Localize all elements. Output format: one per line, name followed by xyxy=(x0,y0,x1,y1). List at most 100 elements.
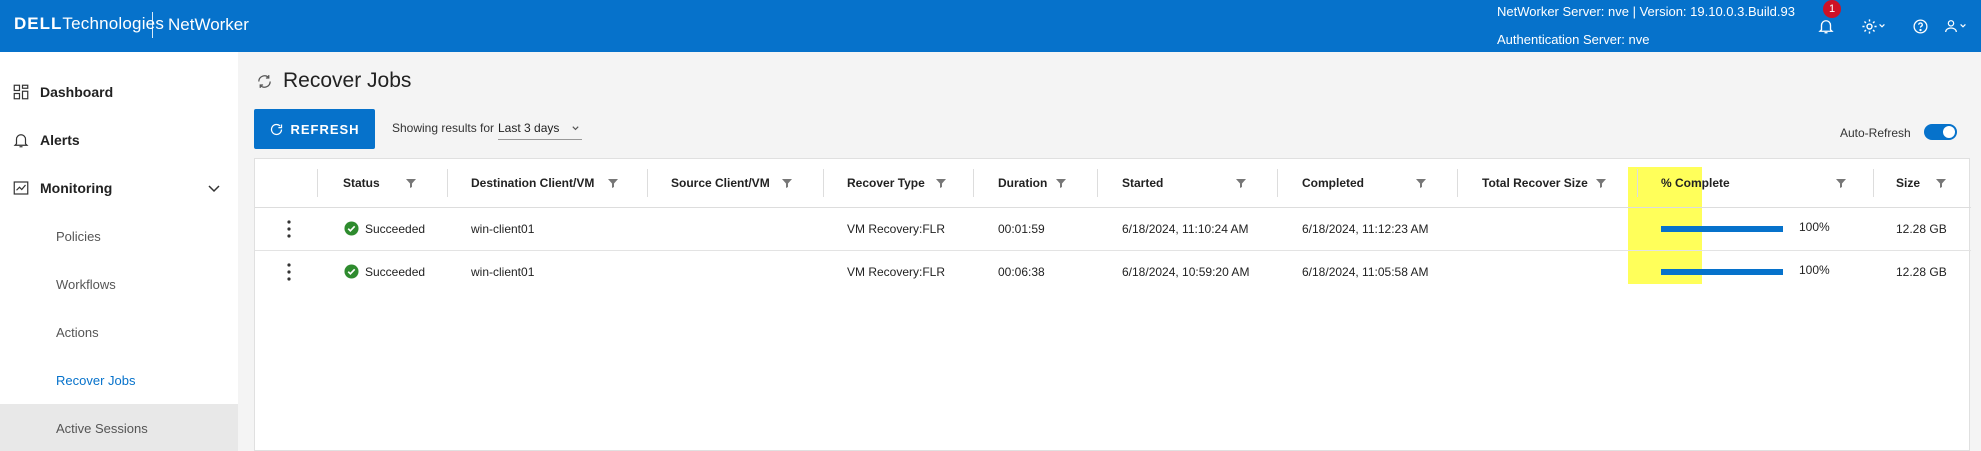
progress-fill xyxy=(1661,226,1783,232)
column-header-label: Source Client/VM xyxy=(671,176,770,190)
percent-complete: 100% xyxy=(1799,220,1830,234)
started-time: 6/18/2024, 10:59:20 AM xyxy=(1122,265,1250,279)
progress-bar xyxy=(1661,269,1783,275)
column-header-label: Completed xyxy=(1302,176,1365,190)
refresh-button[interactable]: REFRESH xyxy=(254,109,375,149)
column-header-started[interactable]: Started xyxy=(1122,159,1163,207)
auto-refresh-toggle[interactable] xyxy=(1924,124,1957,140)
help-button[interactable] xyxy=(1908,14,1932,38)
refresh-button-label: REFRESH xyxy=(290,121,360,137)
notification-badge: 1 xyxy=(1823,0,1841,18)
status-text: Succeeded xyxy=(365,265,426,279)
auto-refresh-label: Auto-Refresh xyxy=(1840,126,1911,140)
filter-icon[interactable] xyxy=(1415,177,1427,189)
help-icon xyxy=(1912,18,1928,34)
success-check-icon xyxy=(344,264,359,279)
filter-icon[interactable] xyxy=(1835,177,1847,189)
column-header-label: Recover Type xyxy=(847,176,925,190)
table-row[interactable]: Succeeded win-client01 VM Recovery:FLR 0… xyxy=(255,208,1971,250)
column-header-total-recover-size[interactable]: Total Recover Size xyxy=(1482,159,1588,207)
size-value: 12.28 GB xyxy=(1896,265,1947,279)
monitoring-icon xyxy=(13,181,29,195)
table-row[interactable]: Succeeded win-client01 VM Recovery:FLR 0… xyxy=(255,251,1971,293)
results-range-value: Last 3 days xyxy=(498,121,560,135)
chevron-down-icon xyxy=(1878,23,1885,28)
refresh-icon xyxy=(271,123,283,135)
brand-logo[interactable]: DELLTechnologies xyxy=(14,14,164,34)
sidebar-item-workflows[interactable]: Workflows xyxy=(0,260,238,308)
progress-fill xyxy=(1661,269,1783,275)
sidebar: Dashboard Alerts Monitoring Policies Wor… xyxy=(0,52,238,451)
filter-icon[interactable] xyxy=(607,177,619,189)
success-check-icon xyxy=(344,221,359,236)
sidebar-item-recover-jobs[interactable]: Recover Jobs xyxy=(0,356,238,404)
column-header-recover-type[interactable]: Recover Type xyxy=(847,159,925,207)
destination-client: win-client01 xyxy=(471,265,535,279)
brand-suffix: Technologies xyxy=(62,14,165,33)
filter-icon[interactable] xyxy=(935,177,947,189)
duration: 00:06:38 xyxy=(998,265,1045,279)
completed-time: 6/18/2024, 11:05:58 AM xyxy=(1302,265,1429,279)
column-header-completed[interactable]: Completed xyxy=(1302,159,1364,207)
column-header-percent-complete[interactable]: % Complete xyxy=(1661,159,1730,207)
user-icon xyxy=(1945,20,1957,33)
results-range-select[interactable]: Last 3 days xyxy=(498,118,582,140)
column-header-size[interactable]: Size xyxy=(1896,159,1920,207)
bell-icon xyxy=(13,134,29,148)
toggle-knob xyxy=(1943,126,1955,138)
row-menu-icon[interactable] xyxy=(281,218,297,240)
bell-icon xyxy=(1818,20,1834,34)
sidebar-item-label: Actions xyxy=(56,324,99,340)
auth-server-text: Authentication Server: nve xyxy=(1497,32,1650,47)
sidebar-item-label: Workflows xyxy=(56,276,116,292)
sidebar-item-dashboard[interactable]: Dashboard xyxy=(0,68,238,116)
destination-client: win-client01 xyxy=(471,222,535,236)
page-title: Recover Jobs xyxy=(283,69,412,92)
status-text: Succeeded xyxy=(365,222,426,236)
size-value: 12.28 GB xyxy=(1896,222,1947,236)
dashboard-icon xyxy=(13,84,29,100)
column-header-destination[interactable]: Destination Client/VM xyxy=(471,159,594,207)
recover-type: VM Recovery:FLR xyxy=(847,265,946,279)
sidebar-item-label: Recover Jobs xyxy=(56,372,136,388)
settings-menu-button[interactable] xyxy=(1858,14,1888,38)
column-header-label: % Complete xyxy=(1661,176,1730,190)
column-header-duration[interactable]: Duration xyxy=(998,159,1047,207)
column-header-label: Size xyxy=(1896,176,1921,190)
sidebar-item-actions[interactable]: Actions xyxy=(0,308,238,356)
column-header-status[interactable]: Status xyxy=(343,159,380,207)
sidebar-item-alerts[interactable]: Alerts xyxy=(0,116,238,164)
sidebar-item-label: Monitoring xyxy=(40,180,113,196)
column-header-label: Started xyxy=(1122,176,1164,190)
brand-divider xyxy=(152,12,153,38)
filter-icon[interactable] xyxy=(1055,177,1067,189)
sidebar-item-policies[interactable]: Policies xyxy=(0,212,238,260)
sidebar-item-label: Alerts xyxy=(40,132,80,148)
completed-time: 6/18/2024, 11:12:23 AM xyxy=(1302,222,1429,236)
filter-icon[interactable] xyxy=(1235,177,1247,189)
sidebar-item-active-sessions[interactable]: Active Sessions xyxy=(0,404,238,451)
page-header: Recover Jobs xyxy=(256,66,411,96)
column-header-label: Destination Client/VM xyxy=(471,176,595,190)
filter-icon[interactable] xyxy=(781,177,793,189)
chevron-down-icon xyxy=(1960,23,1966,28)
user-menu-button[interactable] xyxy=(1940,14,1970,38)
chevron-down-icon[interactable] xyxy=(206,180,222,196)
filter-icon[interactable] xyxy=(1935,177,1947,189)
column-header-source[interactable]: Source Client/VM xyxy=(671,159,770,207)
row-menu-icon[interactable] xyxy=(281,261,297,283)
results-range-label: Showing results for xyxy=(392,121,495,135)
sidebar-item-label: Policies xyxy=(56,228,101,244)
server-info: NetWorker Server: nve | Version: 19.10.0… xyxy=(1497,3,1795,48)
server-version-text: NetWorker Server: nve | Version: 19.10.0… xyxy=(1497,4,1795,19)
column-header-label: Total Recover Size xyxy=(1482,176,1588,190)
chevron-down-icon xyxy=(572,126,579,131)
duration: 00:01:59 xyxy=(998,222,1045,236)
sidebar-item-label: Active Sessions xyxy=(56,420,148,436)
product-name: NetWorker xyxy=(168,15,249,34)
sidebar-item-monitoring[interactable]: Monitoring xyxy=(0,164,238,212)
table-background xyxy=(1701,159,1969,450)
table-background xyxy=(255,159,1629,450)
filter-icon[interactable] xyxy=(405,177,417,189)
filter-icon[interactable] xyxy=(1595,177,1607,189)
